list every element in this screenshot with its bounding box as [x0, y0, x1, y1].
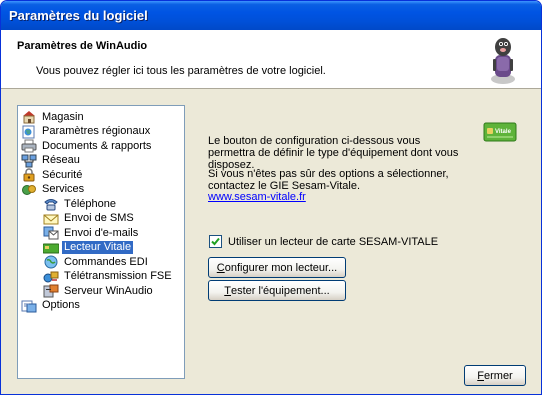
header-subtitle: Vous pouvez régler ici tous les paramètr…	[36, 65, 326, 77]
mascot-icon	[491, 38, 515, 84]
printer-icon	[21, 139, 37, 153]
sesam-vitale-link[interactable]: www.sesam-vitale.fr	[208, 191, 306, 203]
close-button-label: ermer	[484, 369, 513, 382]
vitale-card-icon: Vitale	[483, 122, 517, 142]
options-icon	[21, 299, 37, 313]
tree-item-label: Téléphone	[64, 197, 116, 210]
tree-item-11[interactable]: Télétransmission FSE	[18, 270, 184, 285]
tree-item-1[interactable]: Paramètres régionaux	[18, 125, 184, 140]
header-panel: Paramètres de WinAudio Vous pouvez régle…	[1, 30, 541, 89]
security-icon	[21, 168, 37, 182]
tree-item-label: Paramètres régionaux	[42, 125, 151, 138]
use-reader-checkbox-row[interactable]: Utiliser un lecteur de carte SESAM-VITAL…	[209, 235, 438, 248]
tree-item-label: Magasin	[42, 110, 84, 123]
checkmark-icon	[211, 237, 220, 246]
configure-reader-button[interactable]: Configurer mon lecteur...	[208, 257, 346, 278]
regional-settings-icon	[21, 125, 37, 139]
tree-item-label: Envoi d'e-mails	[64, 226, 139, 239]
email-icon	[43, 226, 59, 240]
help-text: Si vous n'êtes pas sûr des options a sél…	[208, 168, 449, 192]
tree-item-label: Commandes EDI	[64, 255, 148, 268]
close-button-accel: F	[477, 369, 484, 382]
tree-item-label: Télétransmission FSE	[64, 270, 172, 283]
tree-item-5[interactable]: Services	[18, 183, 184, 198]
tree-item-12[interactable]: Serveur WinAudio	[18, 284, 184, 299]
tree-item-9[interactable]: Lecteur Vitale	[18, 241, 184, 256]
title-bar[interactable]: Paramètres du logiciel	[1, 1, 541, 30]
tree-item-label: Serveur WinAudio	[64, 284, 153, 297]
configure-button-accel: C	[216, 261, 225, 274]
tree-item-label: Documents & rapports	[42, 139, 152, 152]
network-icon	[21, 154, 37, 168]
test-button-accel: T	[224, 284, 231, 297]
tree-item-10[interactable]: Commandes EDI	[18, 255, 184, 270]
window-title: Paramètres du logiciel	[9, 8, 148, 23]
tree-item-label: Envoi de SMS	[64, 212, 134, 225]
tree-item-3[interactable]: Réseau	[18, 154, 184, 169]
settings-tree[interactable]: Magasin Paramètres régionaux Documents & r…	[17, 105, 185, 379]
use-reader-checkbox[interactable]	[209, 235, 222, 248]
card-reader-icon	[42, 241, 60, 255]
store-icon	[21, 110, 37, 124]
header-title: Paramètres de WinAudio	[17, 40, 148, 52]
tree-item-7[interactable]: Envoi de SMS	[18, 212, 184, 227]
tree-item-4[interactable]: Sécurité	[18, 168, 184, 183]
tree-item-13[interactable]: Options	[18, 299, 184, 314]
tree-item-0[interactable]: Magasin	[18, 110, 184, 125]
tree-item-label: Options	[42, 299, 80, 312]
globe-icon	[43, 255, 59, 269]
tree-item-label: Réseau	[42, 154, 80, 167]
test-button-label: ester l'équipement...	[231, 284, 330, 297]
vitale-badge-text: Vitale	[495, 129, 512, 135]
services-icon	[21, 183, 37, 197]
tree-item-2[interactable]: Documents & rapports	[18, 139, 184, 154]
transmission-icon	[43, 270, 59, 284]
close-button[interactable]: Fermer	[464, 365, 526, 386]
tree-item-6[interactable]: Téléphone	[18, 197, 184, 212]
use-reader-label: Utiliser un lecteur de carte SESAM-VITAL…	[228, 235, 439, 248]
phone-icon	[43, 197, 59, 211]
settings-window: Paramètres du logiciel Paramètres de Win…	[0, 0, 542, 395]
configure-button-label: onfigurer mon lecteur...	[224, 261, 338, 274]
test-equipment-button[interactable]: Tester l'équipement...	[208, 280, 346, 301]
tree-item-label: Sécurité	[42, 168, 83, 181]
tree-item-label: Lecteur Vitale	[62, 241, 134, 255]
intro-text: Le bouton de configuration ci-dessous vo…	[208, 135, 459, 171]
tree-item-label: Services	[42, 183, 85, 196]
server-icon	[43, 284, 59, 298]
sms-icon	[43, 212, 59, 226]
tree-item-8[interactable]: Envoi d'e-mails	[18, 226, 184, 241]
